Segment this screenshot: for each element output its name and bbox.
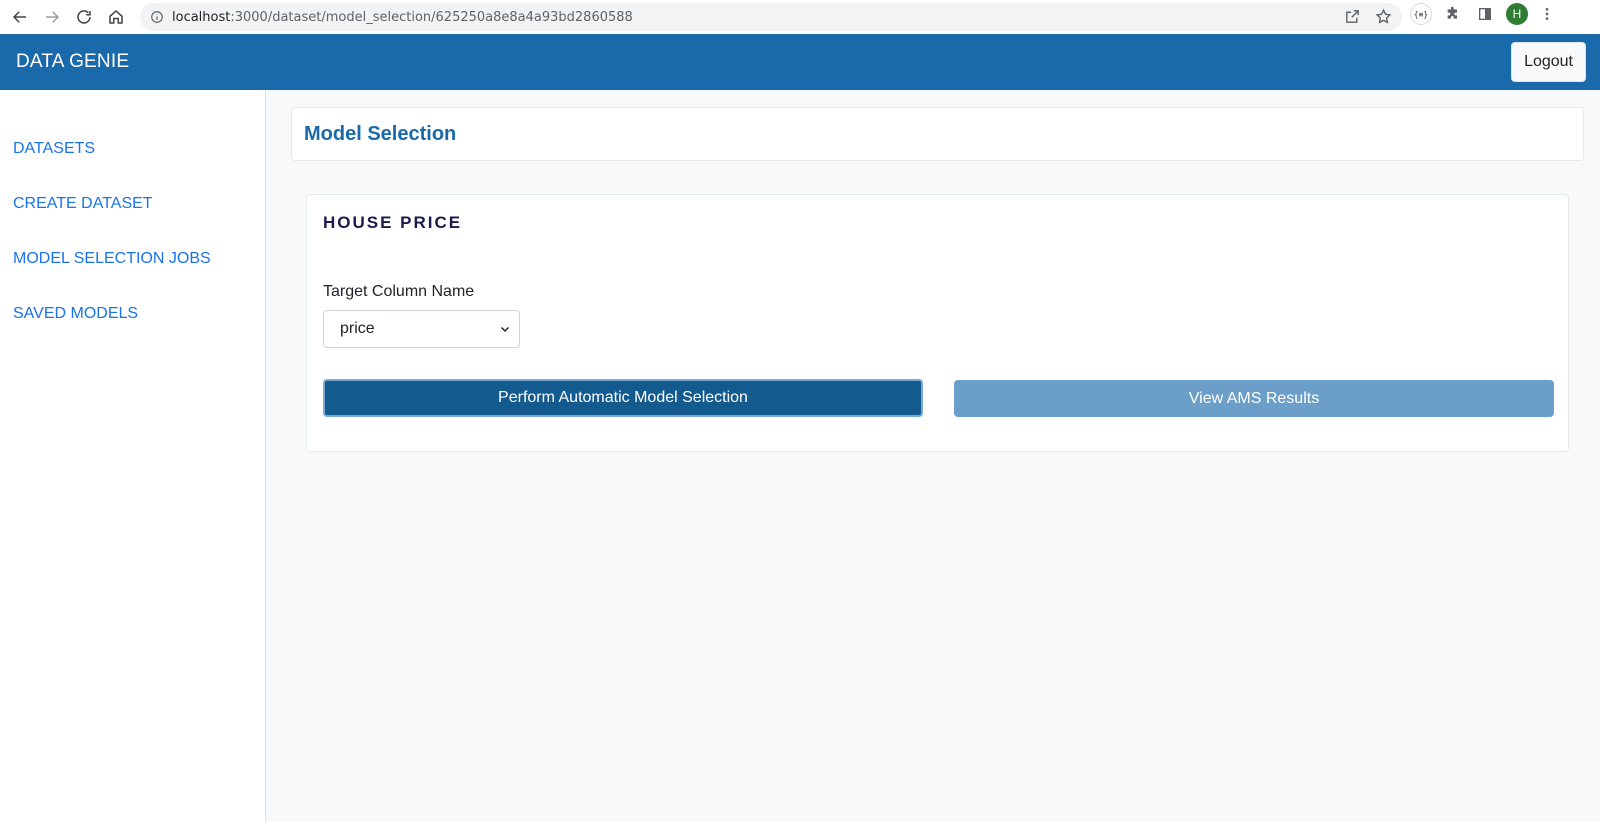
puzzle-icon[interactable]: [1442, 3, 1464, 25]
reload-icon[interactable]: [68, 1, 100, 33]
page-title: Model Selection: [304, 122, 457, 145]
brand-title[interactable]: DATA GENIE: [16, 51, 129, 73]
address-bar[interactable]: localhost:3000/dataset/model_selection/6…: [140, 3, 1402, 31]
target-column-value: price: [340, 320, 375, 337]
perform-model-selection-button[interactable]: Perform Automatic Model Selection: [323, 379, 923, 417]
chevron-down-icon: [500, 326, 510, 333]
sidebar-item-saved-models[interactable]: SAVED MODELS: [0, 305, 265, 360]
info-icon[interactable]: [150, 10, 164, 24]
title-card: Model Selection: [291, 107, 1584, 161]
target-column-select[interactable]: price: [323, 310, 520, 348]
url-path: :3000/dataset/model_selection/625250a8e8…: [230, 9, 633, 25]
home-icon[interactable]: [100, 1, 132, 33]
sidebar-item-datasets[interactable]: DATASETS: [0, 140, 265, 195]
app-header: DATA GENIE Logout: [0, 34, 1600, 90]
sidebar-item-model-selection-jobs[interactable]: MODEL SELECTION JOBS: [0, 250, 265, 305]
dataset-name: HOUSE PRICE: [323, 213, 463, 232]
bookmark-star-icon[interactable]: [1375, 8, 1392, 25]
side-panel-icon[interactable]: [1474, 3, 1496, 25]
extension-badge-icon[interactable]: {≡}: [1410, 3, 1432, 25]
browser-toolbar: localhost:3000/dataset/model_selection/6…: [0, 0, 1600, 34]
target-column-label: Target Column Name: [323, 283, 475, 300]
url-text: localhost:3000/dataset/model_selection/6…: [172, 10, 633, 25]
main-content: Model Selection HOUSE PRICE Target Colum…: [266, 90, 1600, 822]
menu-kebab-icon[interactable]: [1538, 3, 1556, 25]
profile-avatar[interactable]: H: [1506, 3, 1528, 25]
dataset-card: HOUSE PRICE Target Column Name price Per…: [306, 194, 1569, 452]
back-icon[interactable]: [4, 1, 36, 33]
share-icon[interactable]: [1344, 8, 1361, 25]
forward-icon[interactable]: [36, 1, 68, 33]
logout-button[interactable]: Logout: [1511, 42, 1586, 82]
url-host: localhost: [172, 9, 231, 25]
sidebar-item-create-dataset[interactable]: CREATE DATASET: [0, 195, 265, 250]
sidebar: DATASETS CREATE DATASET MODEL SELECTION …: [0, 90, 266, 822]
view-ams-results-button[interactable]: View AMS Results: [954, 380, 1554, 417]
